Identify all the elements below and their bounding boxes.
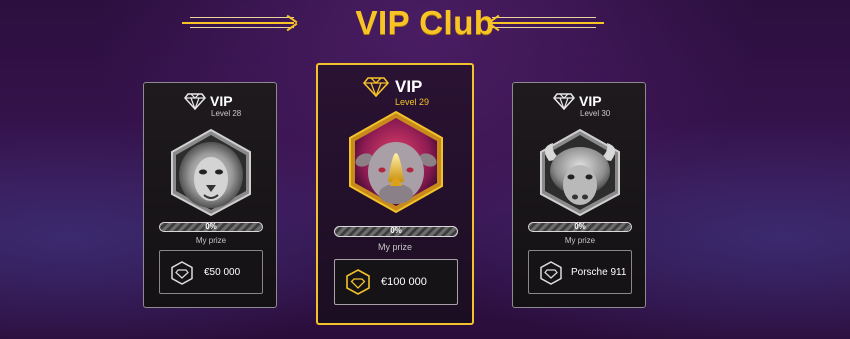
my-prize-label: My prize (564, 236, 596, 245)
progress-percent: 0% (205, 222, 217, 231)
vip-card-level-30[interactable]: VIP Level 30 0% My prize Porsche 911 (512, 82, 646, 308)
progress-percent: 0% (574, 222, 586, 231)
level-label: Level 28 (211, 109, 242, 118)
progress-bar: 0% (159, 222, 263, 232)
diamond-hexagon-icon (171, 261, 193, 285)
vip-club-header: VIP Club (0, 4, 850, 44)
vip-heading: VIP Level 28 (184, 93, 254, 119)
vip-label: VIP (579, 93, 602, 109)
prize-box: Porsche 911 (528, 250, 632, 294)
vip-card-level-28[interactable]: VIP Level 28 0% My prize €50 000 (143, 82, 277, 308)
rhino-portrait (349, 110, 443, 214)
level-label: Level 30 (580, 109, 611, 118)
vip-label: VIP (395, 77, 423, 96)
prize-box: €50 000 (159, 250, 263, 294)
vip-heading: VIP Level 30 (553, 93, 623, 119)
diamond-icon (184, 93, 206, 110)
diamond-hexagon-icon (540, 261, 562, 285)
vip-heading: VIP Level 29 (363, 77, 443, 107)
progress-bar: 0% (528, 222, 632, 232)
prize-box: €100 000 (334, 259, 458, 305)
diamond-hexagon-icon (346, 269, 370, 295)
title-decoration-right (482, 14, 604, 32)
my-prize-label: My prize (377, 242, 412, 252)
page-title: VIP Club (355, 4, 495, 41)
diamond-icon (553, 93, 575, 110)
progress-percent: 0% (390, 226, 402, 235)
prize-value: €50 000 (204, 267, 241, 278)
progress-bar: 0% (334, 226, 458, 237)
level-label: Level 29 (395, 97, 430, 107)
my-prize-label: My prize (195, 236, 227, 245)
prize-value: Porsche 911 (571, 267, 627, 278)
prize-value: €100 000 (381, 276, 427, 288)
buffalo-portrait (540, 128, 620, 217)
lion-portrait (171, 128, 251, 217)
vip-card-level-29[interactable]: VIP Level 29 0% My prize €100 000 (316, 63, 474, 325)
diamond-icon (363, 77, 389, 97)
vip-label: VIP (210, 93, 233, 109)
